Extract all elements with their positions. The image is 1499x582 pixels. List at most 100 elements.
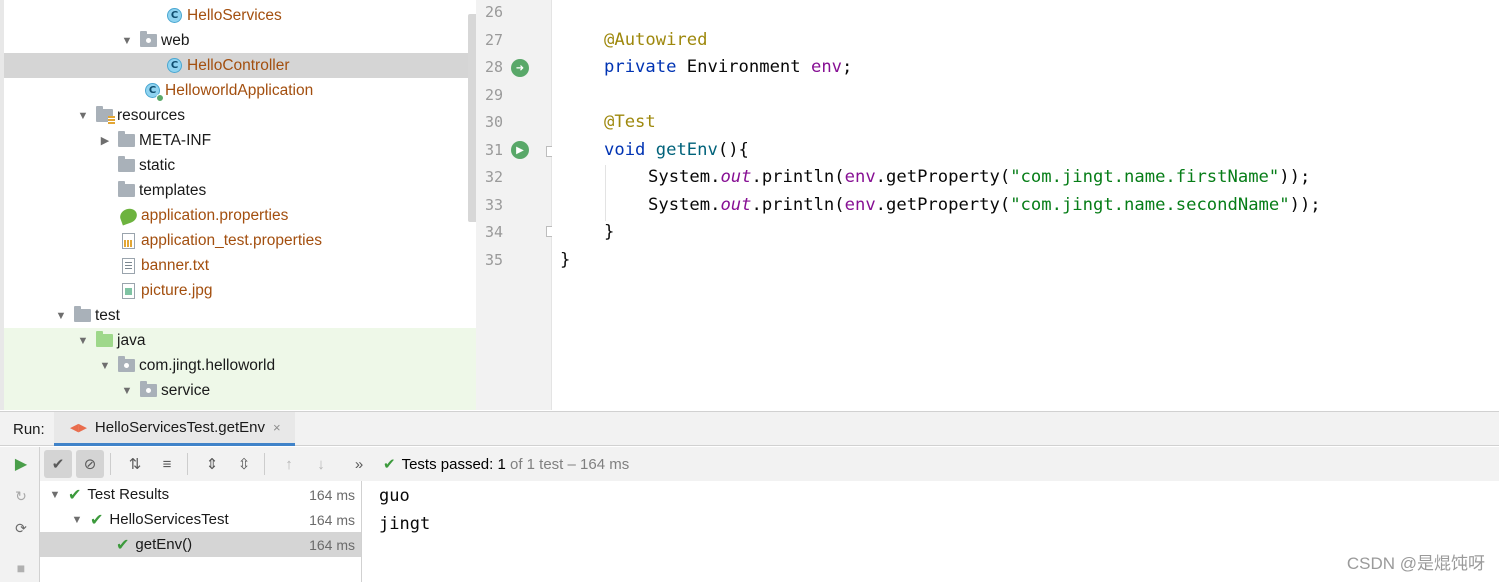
previous-failed-icon[interactable]: ↑ [275,450,303,478]
code-token: )); [1289,195,1321,215]
tests-status: ✔ Tests passed: 1 of 1 test – 164 ms [383,455,629,474]
line-number: 30 [484,113,503,131]
chevron-down-icon[interactable]: ▼ [70,514,84,526]
class-icon: C [166,7,183,24]
code-line-28: private Environment env; [604,57,852,77]
tree-item-helloservices[interactable]: C HelloServices [4,3,476,28]
chevron-down-icon[interactable]: ▼ [98,359,112,373]
tree-item-label: META-INF [139,131,212,149]
code-token: System. [648,195,721,215]
class-icon: C [166,57,183,74]
tree-item-label: application_test.properties [141,231,322,249]
bean-navigate-icon[interactable]: ➜ [511,59,529,77]
package-icon [140,31,157,49]
tree-item-application-properties[interactable]: application.properties [4,203,476,228]
tree-item-templates[interactable]: templates [4,178,476,203]
result-row-helloservicestest[interactable]: ▼ ✔ HelloServicesTest 164 ms [40,507,361,532]
code-token: getEnv [645,140,718,160]
tree-item-static[interactable]: static [4,153,476,178]
tab-hello-services-test[interactable]: ◀▶ HelloServicesTest.getEnv × [54,412,295,446]
tree-item-web[interactable]: ▼ web [4,28,476,53]
show-ignored-icon[interactable]: ⊘ [76,450,104,478]
tree-item-label: web [161,31,190,49]
show-passed-icon[interactable]: ✔ [44,450,72,478]
code-token: out [720,195,752,215]
tree-item-banner-txt[interactable]: banner.txt [4,253,476,278]
editor-gutter: 26 27 28 29 30 31 32 33 34 35 ➜ ▶ [476,0,556,410]
sort-by-duration-icon[interactable]: ≡ [153,450,181,478]
code-token: .println( [751,167,845,187]
status-passed-count: 1 [497,455,506,473]
run-label: Run: [13,421,45,438]
tree-item-service[interactable]: ▼ service [4,378,476,403]
close-icon[interactable]: × [273,420,281,435]
expand-all-icon[interactable]: ⇕ [198,450,226,478]
tree-item-label: test [95,306,120,324]
line-number: 26 [484,3,503,21]
tree-item-hellocontroller[interactable]: C HelloController [4,53,476,78]
toggle-auto-test-icon[interactable]: ⟳ [10,517,32,539]
sort-alphabetically-icon[interactable]: ⇅ [121,450,149,478]
stop-icon[interactable]: ■ [10,557,32,579]
chevron-down-icon[interactable]: ▼ [54,309,68,323]
folder-icon [118,131,135,149]
console-output[interactable]: guo jingt CSDN @是焜饨呀 [362,481,1499,582]
tree-item-java[interactable]: ▼ java [4,328,476,353]
line-number: 27 [484,31,503,49]
tree-item-label: HelloController [187,56,290,74]
chevron-down-icon[interactable]: ▼ [76,109,90,123]
chevron-down-icon[interactable]: ▼ [120,384,134,398]
rerun-failed-icon[interactable]: ↻ [10,485,32,507]
tab-title: HelloServicesTest.getEnv [94,419,265,436]
tree-item-com-jingt-helloworld[interactable]: ▼ com.jingt.helloworld [4,353,476,378]
next-failed-icon[interactable]: ↓ [307,450,335,478]
run-test-icon[interactable]: ▶ [511,141,529,159]
spring-app-icon: C [144,82,164,102]
pass-check-icon: ✔ [116,536,130,554]
code-token: env [810,57,843,77]
code-token: env [844,167,876,187]
text-file-icon [120,257,137,274]
code-line-31: void getEnv(){ [604,140,749,160]
chevron-down-icon[interactable]: ▼ [120,34,134,48]
chevron-right-icon[interactable]: ▶ [98,134,112,148]
tree-item-label: java [117,331,146,349]
code-token: ; [842,57,853,77]
code-token: (){ [717,140,749,160]
console-line: guo [379,486,410,506]
tree-item-label: HelloworldApplication [165,81,314,99]
tree-item-test[interactable]: ▼ test [4,303,476,328]
tree-item-application-test-properties[interactable]: application_test.properties [4,228,476,253]
code-token: .println( [751,195,845,215]
result-row-test-results[interactable]: ▼ ✔ Test Results 164 ms [40,482,361,507]
toolbar-divider [110,453,111,475]
tree-item-helloworldapplication[interactable]: C HelloworldApplication [4,78,476,103]
more-icon[interactable]: » [345,450,373,478]
watermark: CSDN @是焜饨呀 [1346,554,1485,573]
code-line-33: System.out.println(env.getProperty("com.… [648,195,1321,215]
code-token: Environment [676,57,811,77]
tree-item-picture-jpg[interactable]: picture.jpg [4,278,476,303]
rerun-icon[interactable]: ▶ [10,453,32,475]
folder-icon [118,156,135,174]
result-name: getEnv() [135,536,193,553]
line-number: 29 [484,86,503,104]
status-prefix: Tests passed: [401,455,494,473]
tree-item-resources[interactable]: ▼ resources [4,103,476,128]
console-line: jingt [379,514,431,534]
code-token: @Autowired [604,30,708,50]
folder-icon [118,181,135,199]
chevron-down-icon[interactable]: ▼ [76,334,90,348]
collapse-all-icon[interactable]: ⇳ [230,450,258,478]
test-results-tree: ▼ ✔ Test Results 164 ms ▼ ✔ HelloService… [40,481,362,582]
chevron-down-icon[interactable]: ▼ [48,489,62,501]
code-line-35: } [560,250,570,270]
tree-item-label: HelloServices [187,6,282,24]
result-time: 164 ms [309,486,355,503]
result-row-getenv[interactable]: ✔ getEnv() 164 ms [40,532,361,557]
tree-item-meta-inf[interactable]: ▶ META-INF [4,128,476,153]
result-time: 164 ms [309,536,355,553]
tree-scrollbar[interactable] [468,14,476,222]
code-editor[interactable]: @Autowired private Environment env; @Tes… [552,0,1499,410]
code-token: )); [1279,167,1311,187]
